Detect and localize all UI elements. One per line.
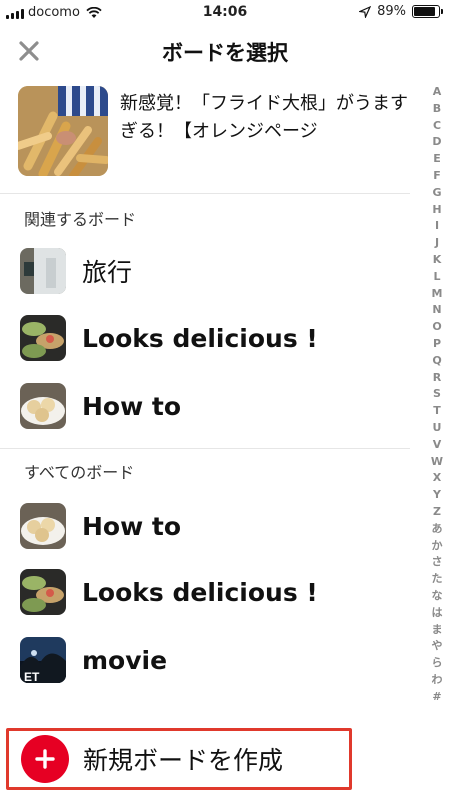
status-right: 89% bbox=[359, 4, 443, 19]
index-letter[interactable]: あ bbox=[432, 521, 443, 538]
index-letter[interactable]: P bbox=[433, 336, 441, 353]
battery-percent: 89% bbox=[377, 4, 406, 19]
pin-image bbox=[18, 86, 108, 176]
board-name: Looks delicious ! bbox=[82, 323, 318, 353]
board-thumbnail bbox=[20, 315, 66, 361]
location-arrow-icon bbox=[359, 5, 372, 18]
index-letter[interactable]: D bbox=[432, 134, 441, 151]
index-letter[interactable]: E bbox=[433, 151, 441, 168]
index-letter[interactable]: N bbox=[432, 302, 441, 319]
index-letter[interactable]: L bbox=[433, 269, 440, 286]
index-letter[interactable]: Y bbox=[433, 487, 441, 504]
index-letter[interactable]: Z bbox=[433, 504, 441, 521]
board-thumbnail bbox=[20, 248, 66, 294]
board-thumbnail bbox=[20, 503, 66, 549]
pin-preview: 新感覚！「フライド大根」がうますぎる！【オレンジページ bbox=[18, 86, 410, 176]
board-name: How to bbox=[82, 391, 182, 421]
battery-fill bbox=[414, 7, 436, 16]
board-name: Looks delicious ! bbox=[82, 577, 318, 607]
board-name: 旅行 bbox=[82, 258, 133, 287]
index-letter[interactable]: さ bbox=[432, 554, 443, 571]
plus-icon bbox=[21, 735, 69, 783]
create-board-label: 新規ボードを作成 bbox=[83, 746, 284, 775]
index-letter[interactable]: S bbox=[433, 386, 441, 403]
index-letter[interactable]: O bbox=[432, 319, 441, 336]
index-letter[interactable]: な bbox=[432, 588, 443, 605]
index-letter[interactable]: か bbox=[432, 538, 443, 555]
svg-text:ET: ET bbox=[24, 670, 40, 683]
index-letter[interactable]: H bbox=[432, 202, 441, 219]
index-letter[interactable]: V bbox=[433, 437, 442, 454]
index-letter[interactable]: G bbox=[432, 185, 441, 202]
board-thumbnail bbox=[20, 383, 66, 429]
index-letter[interactable]: は bbox=[432, 605, 443, 622]
divider bbox=[0, 193, 410, 194]
header: ボードを選択 bbox=[0, 26, 450, 76]
index-letter[interactable]: W bbox=[431, 454, 443, 471]
related-board-how-to[interactable]: How to bbox=[20, 380, 400, 432]
index-letter[interactable]: # bbox=[432, 689, 441, 706]
board-name: How to bbox=[82, 511, 182, 541]
alphabet-index[interactable]: A B C D E F G H I J K L M N O P Q R S T U V W X Y Z あかさたなはまやらわ # bbox=[428, 84, 446, 705]
index-letter[interactable]: J bbox=[435, 235, 439, 252]
board-name: movie bbox=[82, 645, 168, 675]
index-letter[interactable]: Q bbox=[432, 353, 441, 370]
divider bbox=[0, 448, 410, 449]
create-board-bar: 新規ボードを作成 bbox=[0, 720, 450, 800]
index-letter[interactable]: わ bbox=[432, 672, 443, 689]
index-letter[interactable]: X bbox=[433, 470, 441, 487]
create-board-button[interactable]: 新規ボードを作成 bbox=[6, 728, 352, 790]
page-title: ボードを選択 bbox=[162, 41, 288, 65]
all-boards-heading: すべてのボード bbox=[24, 463, 135, 482]
index-letter[interactable]: た bbox=[432, 571, 443, 588]
status-bar: docomo 14:06 89% bbox=[0, 0, 450, 26]
index-letter[interactable]: ら bbox=[432, 655, 443, 672]
board-thumbnail bbox=[20, 569, 66, 615]
index-letter[interactable]: I bbox=[435, 218, 439, 235]
index-letter[interactable]: U bbox=[433, 420, 442, 437]
battery-icon bbox=[412, 5, 443, 18]
index-letter[interactable]: や bbox=[432, 638, 443, 655]
index-letter[interactable]: K bbox=[433, 252, 442, 269]
related-boards-heading: 関連するボード bbox=[24, 210, 137, 229]
pin-title: 新感覚！「フライド大根」がうますぎる！【オレンジページ bbox=[120, 93, 408, 142]
board-looks-delicious[interactable]: Looks delicious ! bbox=[20, 566, 400, 618]
index-letter[interactable]: A bbox=[433, 84, 442, 101]
related-board-travel[interactable]: 旅行 bbox=[20, 245, 400, 297]
index-letter[interactable]: ま bbox=[432, 622, 443, 639]
related-board-looks-delicious[interactable]: Looks delicious ! bbox=[20, 312, 400, 364]
board-how-to[interactable]: How to bbox=[20, 500, 400, 552]
index-letter[interactable]: F bbox=[433, 168, 441, 185]
index-letter[interactable]: R bbox=[433, 370, 441, 387]
board-movie[interactable]: ET movie bbox=[20, 634, 400, 686]
board-thumbnail: ET bbox=[20, 637, 66, 683]
index-letter[interactable]: T bbox=[433, 403, 441, 420]
index-letter[interactable]: M bbox=[432, 286, 443, 303]
index-letter[interactable]: C bbox=[433, 118, 441, 135]
index-letter[interactable]: B bbox=[433, 101, 441, 118]
